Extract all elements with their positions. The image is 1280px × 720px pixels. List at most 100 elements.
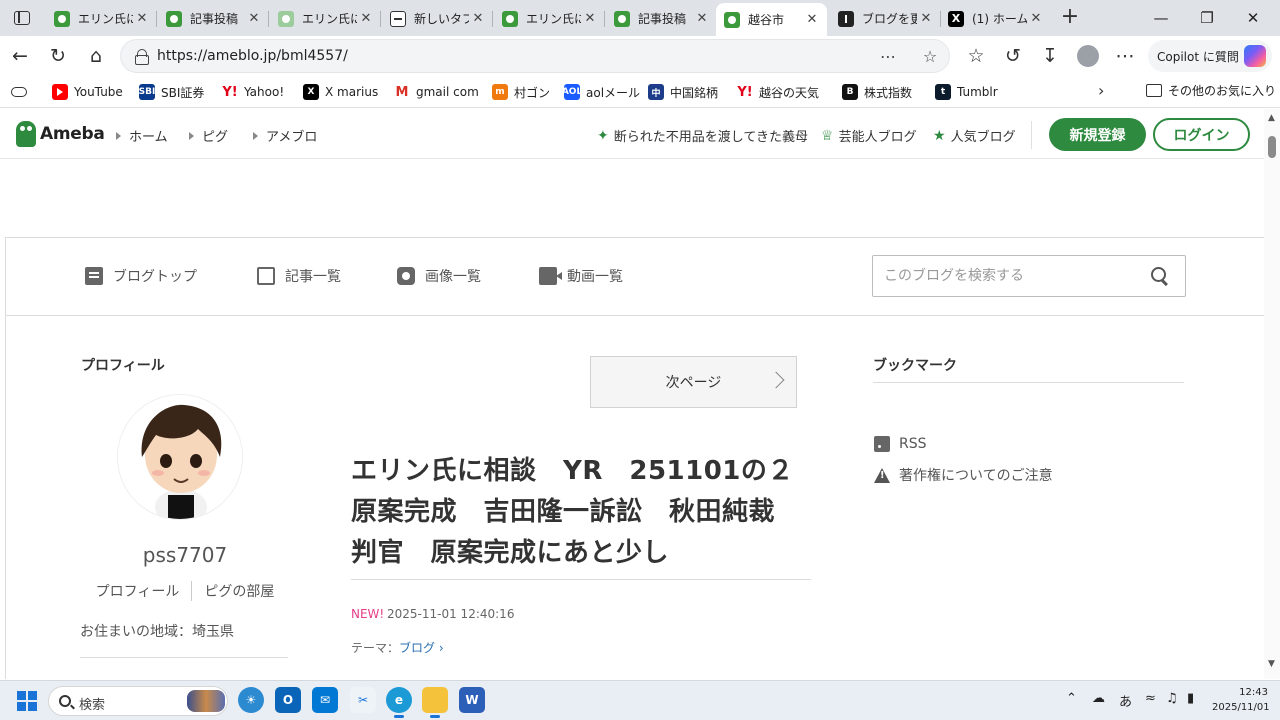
address-bar[interactable]: https://ameblo.jp/bml4557/ ⋯ ☆ [120, 39, 950, 73]
onedrive-icon[interactable]: ☁ [1092, 691, 1105, 706]
taskbar-search[interactable]: 検索 [48, 686, 228, 716]
wifi-icon[interactable]: ≈ [1145, 691, 1156, 706]
menu-video-list[interactable]: 動画一覧 [539, 266, 623, 286]
edge-icon[interactable]: e [386, 687, 412, 718]
ameba-frog-icon [54, 10, 70, 27]
page-scrollbar[interactable]: ▲ ▼ [1264, 109, 1280, 679]
downloads-icon[interactable]: ↧ [1034, 40, 1066, 72]
tab-close-icon[interactable]: ✕ [357, 11, 375, 26]
tab-actions-button[interactable] [0, 0, 44, 36]
favorites-icon[interactable]: ☆ [960, 40, 992, 72]
widgets-icon[interactable]: ☀ [238, 687, 264, 713]
tab-close-icon[interactable]: ✕ [803, 12, 821, 27]
settings-menu-icon[interactable]: ⋯ [1109, 40, 1141, 72]
bookmark-murgon[interactable]: m 村ゴン [492, 82, 550, 102]
windows-start-icon[interactable] [17, 691, 37, 711]
tab-close-icon[interactable]: ✕ [693, 11, 711, 26]
bookmark-x-marius[interactable]: X X marius [303, 82, 378, 102]
tab-close-icon[interactable]: ✕ [133, 11, 151, 26]
tab-close-icon[interactable]: ✕ [245, 11, 263, 26]
username[interactable]: pss7707 [80, 543, 290, 567]
minimize-button[interactable]: — [1138, 0, 1184, 36]
snipping-tool-icon[interactable]: ✂ [350, 687, 376, 713]
favorite-star-icon[interactable]: ☆ [919, 46, 941, 68]
lock-icon[interactable] [135, 49, 149, 65]
browser-tab[interactable]: ブログを更 ✕ [830, 3, 941, 34]
bookmark-tumblr[interactable]: t Tumblr [935, 82, 998, 102]
url-text[interactable]: https://ameblo.jp/bml4557/ [157, 48, 348, 64]
browser-tab[interactable]: 新しいタブ ✕ [382, 3, 493, 34]
scroll-thumb[interactable] [1268, 136, 1276, 158]
home-button[interactable]: ⌂ [80, 40, 112, 72]
register-button[interactable]: 新規登録 [1049, 118, 1146, 151]
bookmark-aol[interactable]: AOL aolメール [562, 82, 640, 102]
ameba-logo[interactable]: Ameba [16, 121, 105, 147]
scroll-down-icon[interactable]: ▼ [1268, 659, 1275, 669]
menu-blog-top[interactable]: ブログトップ [85, 266, 197, 286]
browser-tab[interactable]: エリン氏に ✕ [494, 3, 605, 34]
ime-indicator[interactable]: あ [1119, 691, 1132, 710]
copilot-button[interactable]: Copilot に質問 [1148, 40, 1272, 72]
browser-tab[interactable]: エリン氏に ✕ [46, 3, 157, 34]
taskbar-clock[interactable]: 12:43 2025/11/01 [1212, 685, 1270, 715]
bookmark-gmail[interactable]: Mgmail com [394, 82, 479, 102]
bookmark-china-stocks[interactable]: 中中国銘柄 [648, 82, 718, 102]
reload-button[interactable]: ↻ [42, 40, 74, 72]
restore-button[interactable]: ❐ [1184, 0, 1230, 36]
login-button[interactable]: ログイン [1153, 118, 1250, 151]
show-hidden-icons[interactable]: ⌃ [1066, 691, 1077, 706]
browser-tab[interactable]: X (1) ホーム ✕ [940, 3, 1051, 34]
rss-link[interactable]: RSS [874, 436, 927, 452]
close-window-button[interactable]: ✕ [1230, 0, 1276, 36]
profile-avatar[interactable] [1072, 40, 1104, 72]
pick-article-link[interactable]: ✦ 断られた不用品を渡してきた義母 [597, 126, 808, 146]
history-icon[interactable]: ↺ [997, 40, 1029, 72]
tab-close-icon[interactable]: ✕ [1027, 11, 1045, 26]
tab-close-icon[interactable]: ✕ [469, 11, 487, 26]
avatar[interactable] [117, 394, 243, 520]
battery-icon[interactable]: ▮ [1187, 691, 1194, 706]
browser-tab-active[interactable]: 越谷市 ✕ [716, 3, 827, 36]
file-explorer-icon[interactable] [422, 687, 448, 718]
blog-search-input[interactable] [874, 257, 1134, 295]
chevron-right-icon[interactable]: › [1098, 81, 1104, 100]
bookmark-youtube[interactable]: YouTube [52, 82, 123, 102]
more-page-actions-icon[interactable]: ⋯ [877, 46, 899, 68]
nav-ameblo[interactable]: アメブロ [253, 126, 317, 145]
tab-label: 越谷市 [748, 13, 785, 27]
volume-icon[interactable]: ♫ [1166, 691, 1178, 706]
search-icon[interactable] [1151, 267, 1169, 285]
word-icon[interactable]: W [459, 687, 485, 713]
browser-tab[interactable]: 記事投稿 ✕ [158, 3, 269, 34]
browser-tab[interactable]: 記事投稿 ✕ [606, 3, 717, 34]
other-favorites-folder[interactable]: その他のお気に入り [1146, 82, 1276, 99]
back-button[interactable]: ← [4, 40, 36, 72]
copyright-notice-link[interactable]: 著作権についてのご注意 [874, 465, 1053, 485]
tab-close-icon[interactable]: ✕ [581, 11, 599, 26]
popular-blog-link[interactable]: ★ 人気ブログ [933, 126, 1016, 146]
mail-icon[interactable]: ✉ [312, 687, 338, 713]
new-tab-button[interactable]: + [1058, 4, 1082, 32]
menu-article-list[interactable]: 記事一覧 [257, 266, 341, 286]
nav-pigg[interactable]: ピグ [189, 126, 228, 145]
theme-link[interactable]: ブログ [399, 641, 435, 655]
menu-image-list[interactable]: 画像一覧 [397, 266, 481, 286]
header-divider [1031, 121, 1032, 149]
b-icon: B [842, 84, 858, 100]
browser-tab[interactable]: エリン氏に ✕ [270, 3, 381, 34]
tab-close-icon[interactable]: ✕ [917, 11, 935, 26]
scroll-up-icon[interactable]: ▲ [1268, 113, 1275, 123]
bookmark-yahoo[interactable]: Y! Yahoo! [222, 82, 284, 102]
bookmark-stock-index[interactable]: B 株式指数 [842, 82, 912, 102]
article-title[interactable]: エリン氏に相談 YR 251101の２ 原案完成 吉田隆一訴訟 秋田純裁 判官 … [351, 451, 811, 574]
bookmark-sbi[interactable]: SBI SBI証券 [139, 82, 204, 102]
article-title-line: 原案完成 吉田隆一訴訟 秋田純裁 [351, 497, 776, 527]
celebrity-blog-link[interactable]: ♕ 芸能人ブログ [821, 126, 917, 146]
sidebar-toggle-icon[interactable] [11, 87, 27, 97]
next-page-button[interactable]: 次ページ [590, 356, 797, 408]
outlook-icon[interactable]: O [275, 687, 301, 713]
bookmark-koshigaya-weather[interactable]: Y! 越谷の天気 [737, 82, 819, 102]
nav-home[interactable]: ホーム [116, 126, 168, 145]
pigg-room-link[interactable]: ピグの部屋 [191, 581, 286, 601]
profile-link[interactable]: プロフィール [84, 581, 192, 601]
